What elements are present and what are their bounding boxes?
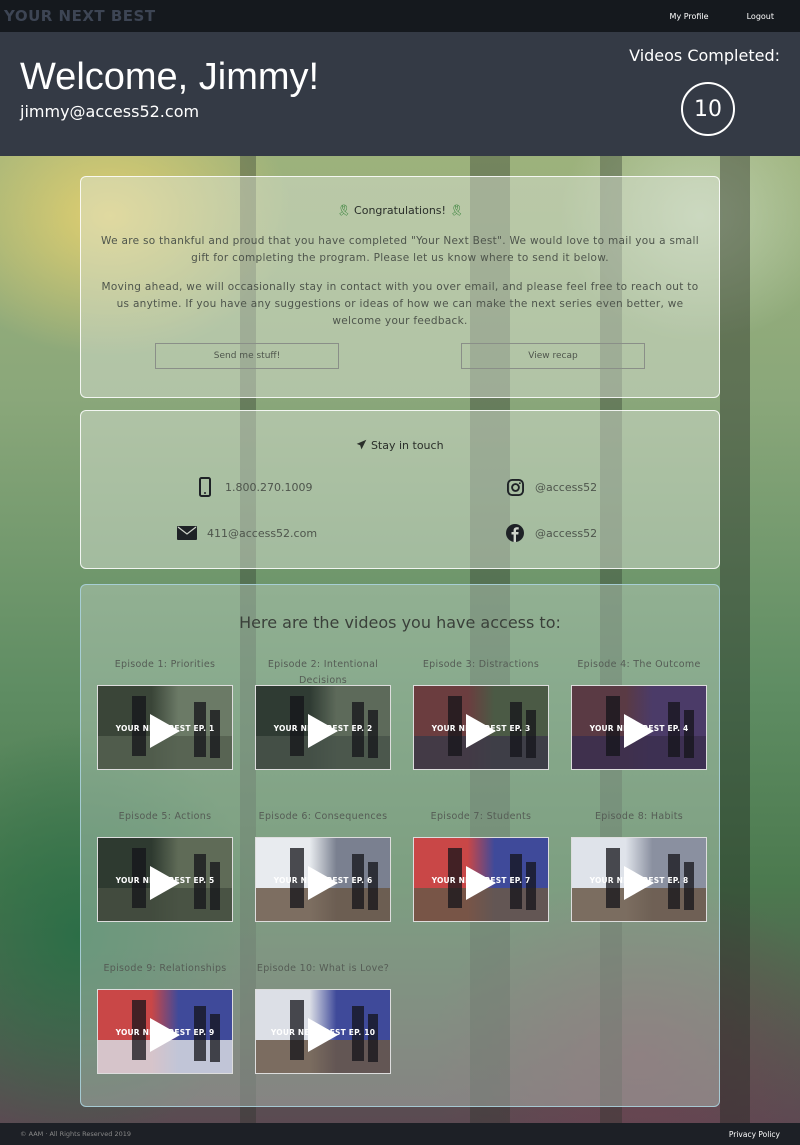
episode-card[interactable]: Episode 9: Relationships YOUR NEXT BEST E… — [95, 961, 235, 1074]
brand-logo[interactable]: YOUR NEXT BEST — [4, 7, 156, 25]
play-icon[interactable] — [150, 866, 180, 900]
episode-card[interactable]: Episode 7: Students YOUR NEXT BEST EP. 7 — [411, 809, 551, 922]
play-icon[interactable] — [466, 714, 496, 748]
top-navbar: YOUR NEXT BEST My Profile Logout — [0, 0, 800, 32]
episode-card[interactable]: Episode 2: Intentional Decisions YOUR NEX… — [253, 657, 393, 770]
congratulations-card: 🎗︎ Congratulations! 🎗︎ We are so thankfu… — [80, 176, 720, 398]
contact-phone[interactable]: 1.800.270.1009 — [195, 477, 312, 497]
videos-card: Here are the videos you have access to: … — [80, 584, 720, 1107]
phone-number: 1.800.270.1009 — [225, 480, 313, 494]
silhouette-figure — [368, 710, 378, 758]
stay-in-touch-title: Stay in touch — [370, 439, 444, 452]
video-thumbnail[interactable]: YOUR NEXT BEST EP. 7 — [413, 837, 549, 922]
silhouette-figure — [210, 1014, 220, 1062]
videos-completed-label: Videos Completed: — [629, 46, 780, 65]
play-icon[interactable] — [150, 714, 180, 748]
stay-in-touch-heading: Stay in touch — [81, 439, 719, 452]
email-address: 411@access52.com — [207, 526, 318, 540]
congratulations-title: Congratulations! — [354, 204, 446, 217]
video-thumbnail[interactable]: YOUR NEXT BEST EP. 8 — [571, 837, 707, 922]
videos-heading: Here are the videos you have access to: — [239, 613, 561, 632]
silhouette-figure — [684, 710, 694, 758]
video-thumbnail[interactable]: YOUR NEXT BEST EP. 6 — [255, 837, 391, 922]
silhouette-figure — [210, 710, 220, 758]
mobile-phone-icon — [195, 477, 215, 497]
play-icon[interactable] — [624, 714, 654, 748]
paper-plane-icon — [357, 439, 367, 450]
video-thumbnail[interactable]: YOUR NEXT BEST EP. 2 — [255, 685, 391, 770]
facebook-icon — [505, 523, 525, 543]
welcome-title: Welcome, Jimmy! — [20, 56, 320, 98]
silhouette-figure — [368, 1014, 378, 1062]
video-thumbnail[interactable]: YOUR NEXT BEST EP. 4 — [571, 685, 707, 770]
congratulations-paragraph-2: Moving ahead, we will occasionally stay … — [101, 281, 699, 327]
silhouette-figure — [210, 862, 220, 910]
logout-link[interactable]: Logout — [747, 12, 774, 21]
video-thumbnail[interactable]: YOUR NEXT BEST EP. 5 — [97, 837, 233, 922]
video-thumbnail[interactable]: YOUR NEXT BEST EP. 3 — [413, 685, 549, 770]
silhouette-figure — [526, 862, 536, 910]
instagram-handle: @access52 — [535, 480, 598, 494]
welcome-header: Welcome, Jimmy! jimmy@access52.com Video… — [0, 32, 800, 156]
send-me-stuff-button[interactable]: Send me stuff! — [155, 343, 339, 369]
stay-in-touch-card: Stay in touch 1.800.270.1009 411@access5… — [80, 410, 720, 569]
ribbon-icon: 🎗︎ — [336, 204, 351, 217]
episode-card[interactable]: Episode 3: Distractions YOUR NEXT BEST EP… — [411, 657, 551, 770]
play-icon[interactable] — [624, 866, 654, 900]
my-profile-link[interactable]: My Profile — [670, 12, 709, 21]
privacy-policy-link[interactable]: Privacy Policy — [729, 1130, 780, 1139]
play-icon[interactable] — [308, 866, 338, 900]
ribbon-icon: 🎗︎ — [449, 204, 464, 217]
facebook-handle: @access52 — [535, 526, 598, 540]
videos-completed-count: 10 — [681, 82, 735, 136]
congratulations-heading: 🎗︎ Congratulations! 🎗︎ — [81, 204, 719, 217]
episode-card[interactable]: Episode 4: The Outcome YOUR NEXT BEST EP.… — [569, 657, 709, 770]
contact-facebook[interactable]: @access52 — [505, 523, 597, 543]
play-icon[interactable] — [466, 866, 496, 900]
user-email: jimmy@access52.com — [20, 102, 200, 121]
play-icon[interactable] — [308, 714, 338, 748]
contact-email[interactable]: 411@access52.com — [177, 523, 317, 543]
copyright-text: © AAM · All Rights Reserved 2019 — [20, 1130, 132, 1138]
contact-instagram[interactable]: @access52 — [505, 477, 597, 497]
silhouette-figure — [526, 710, 536, 758]
nav-links: My Profile Logout — [670, 12, 796, 21]
page-footer: © AAM · All Rights Reserved 2019 Privacy… — [0, 1123, 800, 1145]
instagram-icon — [505, 477, 525, 497]
view-recap-button[interactable]: View recap — [461, 343, 645, 369]
episode-card[interactable]: Episode 6: Consequences YOUR NEXT BEST EP… — [253, 809, 393, 922]
episode-card[interactable]: Episode 5: Actions YOUR NEXT BEST EP. 5 — [95, 809, 235, 922]
envelope-icon — [177, 523, 197, 543]
video-thumbnail[interactable]: YOUR NEXT BEST EP. 1 — [97, 685, 233, 770]
video-thumbnail[interactable]: YOUR NEXT BEST EP. 10 — [255, 989, 391, 1074]
episode-card[interactable]: Episode 1: Priorities YOUR NEXT BEST EP. … — [95, 657, 235, 770]
episode-card[interactable]: Episode 10: What is Love? YOUR NEXT BEST … — [253, 961, 393, 1074]
play-icon[interactable] — [308, 1018, 338, 1052]
video-thumbnail[interactable]: YOUR NEXT BEST EP. 9 — [97, 989, 233, 1074]
play-icon[interactable] — [150, 1018, 180, 1052]
episode-card[interactable]: Episode 8: Habits YOUR NEXT BEST EP. 8 — [569, 809, 709, 922]
silhouette-figure — [684, 862, 694, 910]
congratulations-paragraph-1: We are so thankful and proud that you ha… — [101, 235, 699, 264]
silhouette-figure — [368, 862, 378, 910]
